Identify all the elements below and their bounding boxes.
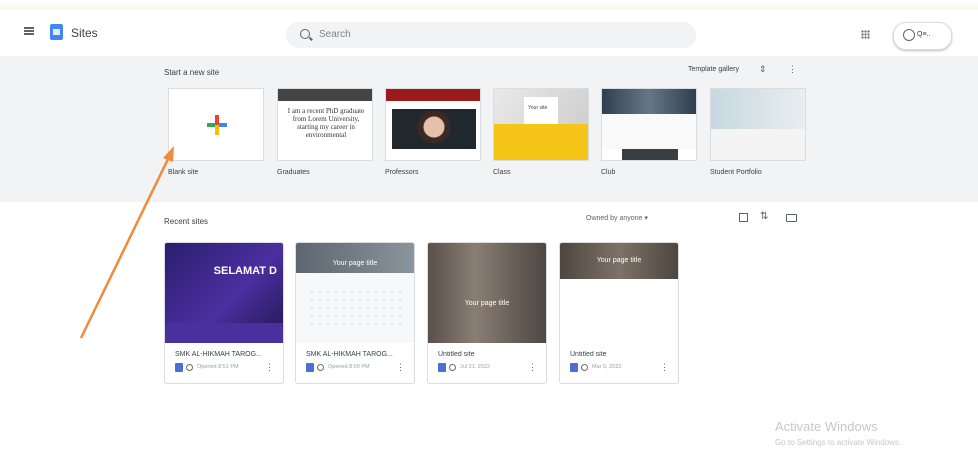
- template-student-portfolio[interactable]: [710, 88, 806, 161]
- account-avatar: [903, 29, 915, 41]
- sort-icon[interactable]: ⇅: [760, 211, 768, 222]
- site-card[interactable]: SELAMAT D SMK AL-HIKMAH TAROG... Opened …: [164, 242, 284, 384]
- plus-icon: [207, 115, 227, 135]
- site-thumb-text: Your page title: [596, 257, 642, 264]
- shared-icon: [317, 364, 324, 371]
- site-thumb-text: Your page title: [332, 260, 378, 267]
- folder-icon[interactable]: [786, 214, 797, 222]
- template-section: Start a new site Template gallery ⇕ ⋮ Bl…: [0, 56, 978, 202]
- start-new-site-title: Start a new site: [164, 68, 220, 77]
- grid-view-icon[interactable]: [739, 213, 748, 222]
- template-class[interactable]: Your site: [493, 88, 589, 161]
- google-apps-icon[interactable]: [861, 30, 870, 39]
- more-options-icon[interactable]: ⋮: [528, 362, 537, 373]
- shared-icon: [449, 364, 456, 371]
- recent-sites-title: Recent sites: [164, 217, 209, 226]
- site-title: Untitled site: [570, 351, 607, 358]
- more-options-icon[interactable]: ⋮: [265, 362, 274, 373]
- site-date: Mar 5, 2022: [592, 364, 622, 370]
- account-button[interactable]: Q≡..: [893, 22, 952, 50]
- site-thumbnail: SELAMAT D: [165, 243, 283, 343]
- template-club[interactable]: [601, 88, 697, 161]
- more-options-icon[interactable]: ⋮: [660, 362, 669, 373]
- site-date: Jul 31, 2022: [460, 364, 490, 370]
- search-icon[interactable]: [300, 29, 310, 39]
- search-input[interactable]: Search: [319, 29, 351, 40]
- site-card[interactable]: Your page title Untitled site Mar 5, 202…: [559, 242, 679, 384]
- site-date: Opened 8:51 PM: [197, 364, 239, 370]
- template-card-text: Your site: [528, 105, 548, 111]
- activate-windows-subtitle: Go to Settings to activate Windows.: [775, 438, 902, 447]
- app-name[interactable]: Sites: [71, 26, 98, 40]
- activate-windows-title: Activate Windows: [775, 419, 878, 434]
- site-thumbnail: Your page title: [296, 243, 414, 343]
- sites-file-icon: [570, 363, 578, 372]
- site-card[interactable]: Your page title Untitled site Jul 31, 20…: [427, 242, 547, 384]
- template-name: Blank site: [168, 169, 199, 176]
- template-gallery-label[interactable]: Template gallery: [688, 66, 739, 73]
- template-name: Student Portfolio: [710, 169, 762, 176]
- sites-file-icon: [438, 363, 446, 372]
- template-blank-site[interactable]: [168, 88, 264, 161]
- more-options-icon[interactable]: ⋮: [396, 362, 405, 373]
- main-menu-icon[interactable]: [24, 27, 34, 35]
- template-name: Professors: [385, 169, 419, 176]
- owner-filter-dropdown[interactable]: Owned by anyone ▾: [586, 214, 648, 222]
- sites-file-icon: [306, 363, 314, 372]
- account-label: Q≡..: [917, 31, 931, 38]
- template-card-text: I am a recent PhD graduate from Lorem Un…: [287, 107, 365, 139]
- template-name: Class: [493, 169, 511, 176]
- site-thumbnail: Your page title: [560, 243, 678, 343]
- site-card[interactable]: Your page title SMK AL-HIKMAH TAROG... O…: [295, 242, 415, 384]
- top-strip: [0, 0, 978, 10]
- search-bar[interactable]: Search: [286, 22, 696, 48]
- app-header: Sites Search Q≡..: [0, 10, 978, 56]
- site-title: Untitled site: [438, 351, 475, 358]
- expand-icon[interactable]: ⇕: [759, 64, 767, 75]
- template-name: Graduates: [277, 169, 310, 176]
- site-thumb-text: Your page title: [464, 300, 510, 307]
- sites-file-icon: [175, 363, 183, 372]
- template-graduates[interactable]: I am a recent PhD graduate from Lorem Un…: [277, 88, 373, 161]
- site-title: SMK AL-HIKMAH TAROG...: [175, 351, 262, 358]
- site-thumb-text: SELAMAT D: [213, 265, 277, 277]
- site-thumbnail: Your page title: [428, 243, 546, 343]
- shared-icon: [186, 364, 193, 371]
- sites-logo-icon[interactable]: [50, 24, 63, 40]
- shared-icon: [581, 364, 588, 371]
- template-name: Club: [601, 169, 616, 176]
- professor-photo: [392, 109, 476, 149]
- template-professors[interactable]: [385, 88, 481, 161]
- more-options-icon[interactable]: ⋮: [788, 64, 797, 75]
- site-title: SMK AL-HIKMAH TAROG...: [306, 351, 393, 358]
- site-date: Opened 8:09 PM: [328, 364, 370, 370]
